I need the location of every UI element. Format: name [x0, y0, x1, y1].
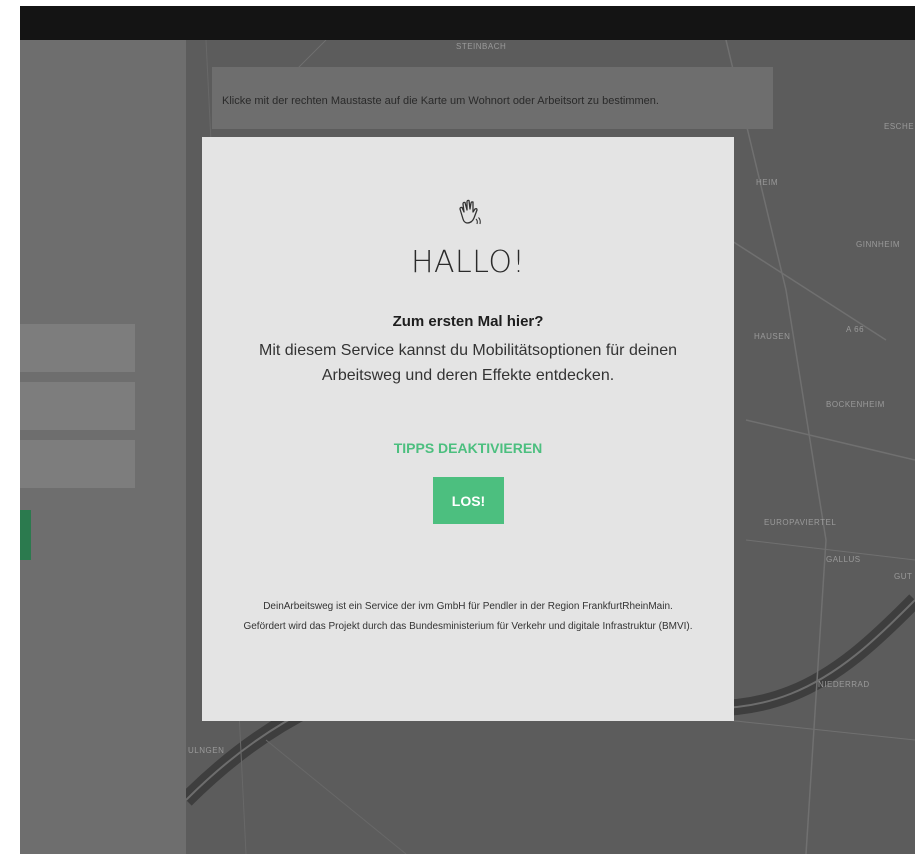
start-button[interactable]: LOS! [433, 477, 504, 524]
welcome-modal: HALLO! Zum ersten Mal hier? Mit diesem S… [202, 137, 734, 721]
top-bar [20, 6, 915, 40]
place-label: BOCKENHEIM [826, 400, 885, 409]
sidebar [20, 40, 186, 854]
place-label: NIEDERRAD [818, 680, 870, 689]
sidebar-input-1[interactable] [20, 324, 135, 372]
modal-title: HALLO! [410, 245, 526, 280]
place-label: ESCHE [884, 122, 915, 131]
map-hint: Klicke mit der rechten Maustaste auf die… [212, 67, 773, 129]
place-label: HAUSEN [754, 332, 791, 341]
modal-question: Zum ersten Mal hier? [392, 313, 544, 330]
disable-tips-link[interactable]: TIPPS DEAKTIVIEREN [202, 440, 734, 456]
waving-hand-icon [459, 199, 481, 225]
place-label: HEIM [756, 178, 778, 187]
modal-footer: DeinArbeitsweg ist ein Service der ivm G… [243, 601, 693, 632]
place-label: GALLUS [826, 555, 861, 564]
place-label: STEINBACH [456, 42, 507, 51]
place-label: GINNHEIM [856, 240, 900, 249]
place-label: ULNGEN [188, 746, 225, 755]
sidebar-input-2[interactable] [20, 382, 135, 430]
place-label: GUT [894, 572, 913, 581]
sidebar-green-button[interactable] [20, 510, 31, 560]
place-label: EUROPAVIERTEL [764, 518, 837, 527]
place-label: A 66 [846, 325, 865, 334]
modal-description: Mit diesem Service kannst du Mobilitätso… [259, 342, 677, 384]
sidebar-input-3[interactable] [20, 440, 135, 488]
